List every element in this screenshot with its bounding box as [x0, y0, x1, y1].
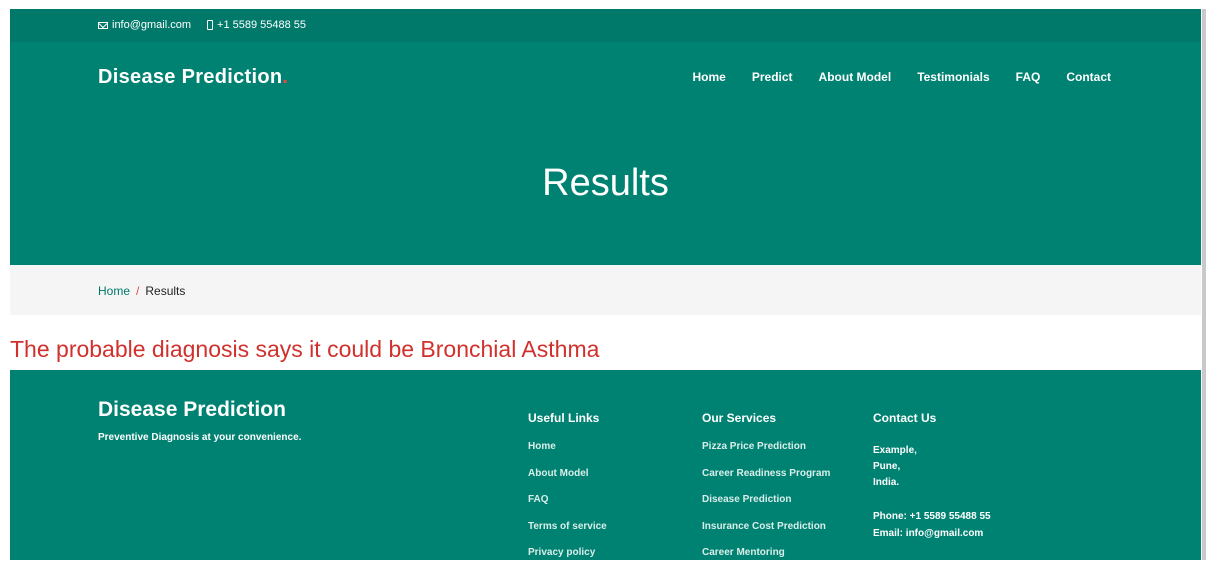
address-line: Pune, — [873, 461, 901, 472]
nav-predict[interactable]: Predict — [752, 70, 793, 84]
contact-details: Phone: +1 5589 55488 55 Email: info@gmai… — [873, 508, 991, 542]
service-insurance-cost[interactable]: Insurance Cost Prediction — [702, 521, 830, 548]
footer-link-privacy[interactable]: Privacy policy — [528, 547, 607, 574]
address-line: Example, — [873, 445, 917, 456]
footer-link-terms[interactable]: Terms of service — [528, 521, 607, 548]
footer-link-home[interactable]: Home — [528, 441, 607, 468]
footer-link-about-model[interactable]: About Model — [528, 468, 607, 495]
breadcrumb: Home / Results — [10, 265, 1201, 315]
contact-phone: Phone: +1 5589 55488 55 — [873, 511, 991, 522]
contact-email: Email: info@gmail.com — [873, 528, 984, 539]
footer-contact: Contact Us Example, Pune, India. Phone: … — [873, 411, 991, 542]
envelope-icon — [98, 21, 108, 29]
footer-link-faq[interactable]: FAQ — [528, 494, 607, 521]
nav-testimonials[interactable]: Testimonials — [917, 70, 989, 84]
breadcrumb-home[interactable]: Home — [98, 284, 130, 298]
topbar-phone-text: +1 5589 55488 55 — [217, 19, 307, 31]
topbar-email[interactable]: info@gmail.com — [98, 19, 191, 31]
footer: Disease Prediction Preventive Diagnosis … — [10, 370, 1201, 560]
services-title: Our Services — [702, 411, 777, 425]
top-bar: info@gmail.com +1 5589 55488 55 — [10, 9, 1201, 42]
service-career-mentoring[interactable]: Career Mentoring — [702, 547, 830, 574]
phone-icon — [207, 20, 214, 30]
breadcrumb-separator: / — [136, 284, 140, 298]
footer-tagline: Preventive Diagnosis at your convenience… — [98, 432, 302, 443]
hero-section: Disease Prediction. Home Predict About M… — [10, 42, 1201, 265]
contact-title: Contact Us — [873, 411, 937, 425]
topbar-email-text: info@gmail.com — [112, 19, 192, 31]
page-title: Results — [542, 162, 669, 204]
nav-about-model[interactable]: About Model — [819, 70, 892, 84]
diagnosis-result: The probable diagnosis says it could be … — [10, 336, 600, 362]
page-scrollbar[interactable] — [1202, 9, 1206, 560]
footer-brand: Disease Prediction — [98, 398, 286, 421]
address-line: India. — [873, 477, 900, 488]
footer-useful-links: Useful Links Home About Model FAQ Terms … — [528, 411, 607, 574]
topbar-phone[interactable]: +1 5589 55488 55 — [207, 19, 306, 31]
footer-services: Our Services Pizza Price Prediction Care… — [702, 411, 830, 574]
nav-contact[interactable]: Contact — [1066, 70, 1111, 84]
contact-address: Example, Pune, India. — [873, 443, 991, 491]
breadcrumb-current: Results — [145, 284, 186, 298]
nav-faq[interactable]: FAQ — [1016, 70, 1041, 84]
service-disease-prediction[interactable]: Disease Prediction — [702, 494, 830, 521]
logo-text: Disease Prediction — [98, 66, 283, 88]
topbar-contact: info@gmail.com +1 5589 55488 55 — [98, 19, 306, 31]
service-career-readiness[interactable]: Career Readiness Program — [702, 468, 830, 495]
site-logo[interactable]: Disease Prediction. — [98, 66, 288, 89]
useful-links-title: Useful Links — [528, 411, 600, 425]
nav-home[interactable]: Home — [693, 70, 726, 84]
logo-dot: . — [282, 66, 289, 88]
main-nav: Home Predict About Model Testimonials FA… — [693, 70, 1112, 84]
service-pizza-price[interactable]: Pizza Price Prediction — [702, 441, 830, 468]
